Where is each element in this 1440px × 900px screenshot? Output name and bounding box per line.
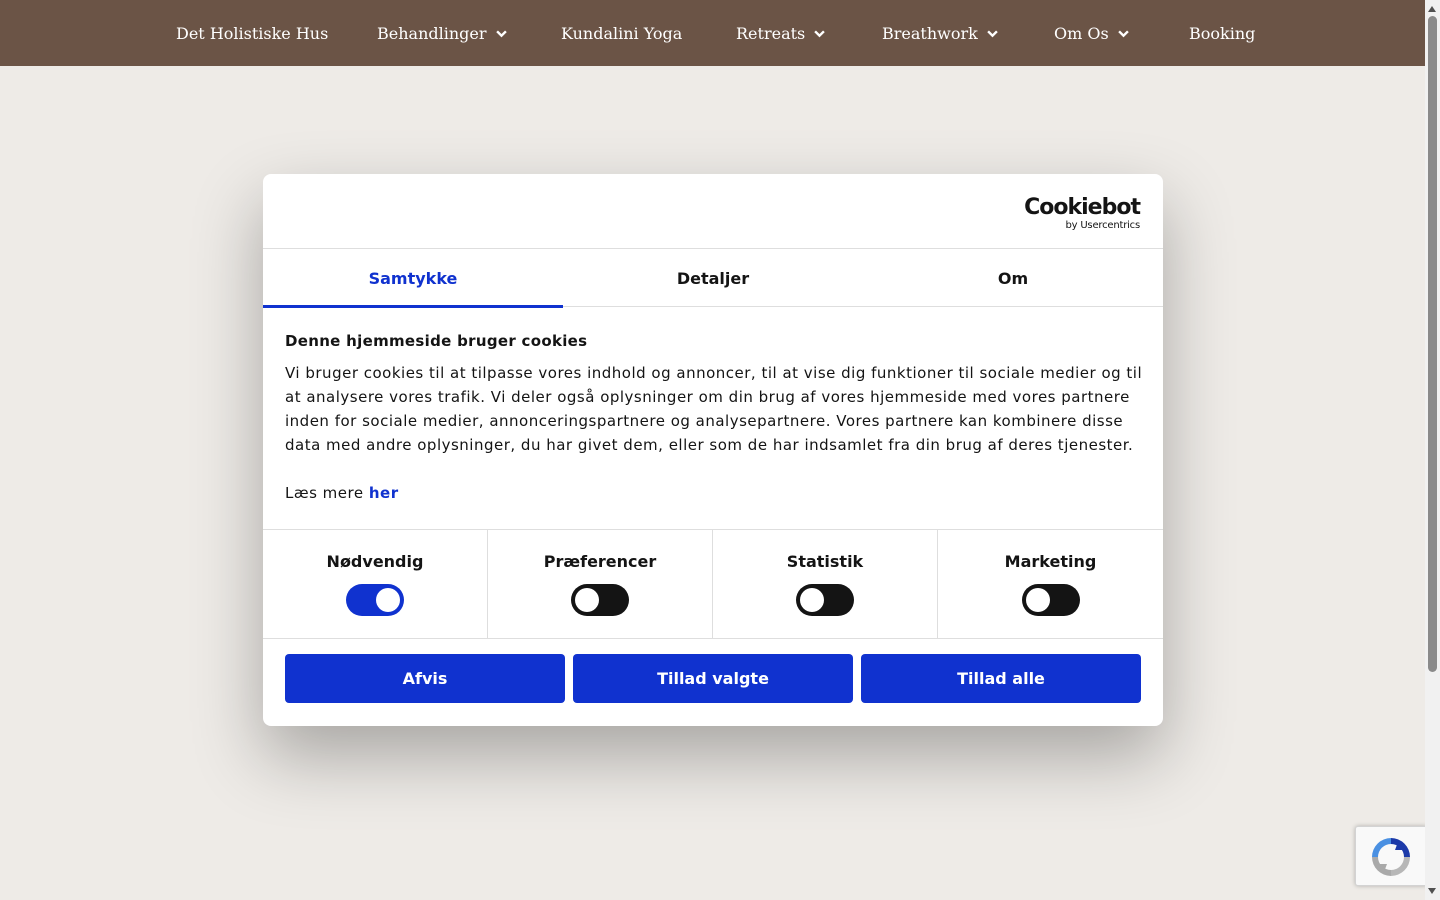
deny-button[interactable]: Afvis bbox=[285, 654, 565, 703]
main-navigation: Det Holistiske Hus Behandlinger Kundalin… bbox=[0, 0, 1425, 66]
category-marketing: Marketing bbox=[938, 530, 1163, 638]
nav-item-label: Det Holistiske Hus bbox=[176, 23, 329, 43]
cookie-consent-dialog: Cookiebot by Usercentrics Samtykke Detal… bbox=[263, 174, 1163, 726]
nav-item-kundalini-yoga[interactable]: Kundalini Yoga bbox=[561, 0, 682, 66]
chevron-down-icon bbox=[495, 29, 507, 37]
scrollbar-thumb[interactable] bbox=[1428, 16, 1437, 672]
read-more: Læs mere her bbox=[285, 481, 399, 505]
toggle-knob bbox=[575, 588, 599, 612]
toggle-marketing[interactable] bbox=[1021, 584, 1080, 616]
chevron-down-icon bbox=[1117, 29, 1129, 37]
toggle-praeferencer[interactable] bbox=[571, 584, 629, 616]
toggle-nodvendig[interactable] bbox=[346, 584, 404, 616]
chevron-down-icon bbox=[814, 29, 826, 37]
toggle-knob bbox=[1025, 588, 1050, 612]
tab-detaljer[interactable]: Detaljer bbox=[563, 249, 863, 307]
toggle-knob bbox=[800, 588, 824, 612]
consent-text: Vi bruger cookies til at tilpasse vores … bbox=[285, 364, 1143, 454]
recaptcha-icon bbox=[1372, 838, 1410, 876]
tab-om[interactable]: Om bbox=[863, 249, 1163, 307]
nav-item-det-holistiske-hus[interactable]: Det Holistiske Hus bbox=[176, 0, 328, 66]
dialog-header: Cookiebot by Usercentrics bbox=[263, 174, 1163, 249]
page-scrollbar[interactable] bbox=[1425, 0, 1440, 900]
allow-selected-button[interactable]: Tillad valgte bbox=[573, 654, 853, 703]
nav-item-label: Behandlinger bbox=[377, 23, 487, 43]
consent-tabs: Samtykke Detaljer Om bbox=[263, 249, 1163, 308]
logo-main-text: Cookiebot bbox=[1024, 195, 1141, 220]
read-more-link[interactable]: her bbox=[369, 484, 399, 502]
nav-item-label: Kundalini Yoga bbox=[561, 23, 683, 43]
logo-sub-text: by Usercentrics bbox=[1065, 220, 1140, 231]
nav-item-label: Om Os bbox=[1054, 23, 1109, 43]
consent-body: Denne hjemmeside bruger cookies Vi bruge… bbox=[263, 307, 1163, 529]
consent-categories: Nødvendig Præferencer Statistik Marketin… bbox=[263, 529, 1163, 639]
cookiebot-logo[interactable]: Cookiebot by Usercentrics bbox=[1024, 195, 1141, 232]
read-more-prefix: Læs mere bbox=[285, 484, 364, 502]
consent-heading: Denne hjemmeside bruger cookies bbox=[285, 332, 588, 350]
category-label: Nødvendig bbox=[326, 552, 424, 571]
nav-item-label: Retreats bbox=[736, 23, 806, 43]
nav-item-label: Breathwork bbox=[882, 23, 978, 43]
scroll-down-icon[interactable] bbox=[1428, 888, 1436, 894]
nav-item-behandlinger[interactable]: Behandlinger bbox=[377, 0, 507, 66]
consent-buttons: Afvis Tillad valgte Tillad alle bbox=[285, 654, 1141, 703]
allow-all-button[interactable]: Tillad alle bbox=[861, 654, 1141, 703]
category-nodvendig: Nødvendig bbox=[263, 530, 488, 638]
category-statistik: Statistik bbox=[713, 530, 938, 638]
nav-item-om-os[interactable]: Om Os bbox=[1054, 0, 1129, 66]
nav-item-breathwork[interactable]: Breathwork bbox=[882, 0, 998, 66]
scroll-up-icon[interactable] bbox=[1428, 6, 1436, 12]
nav-item-retreats[interactable]: Retreats bbox=[736, 0, 826, 66]
toggle-knob bbox=[376, 588, 400, 612]
toggle-statistik[interactable] bbox=[796, 584, 854, 616]
tab-samtykke[interactable]: Samtykke bbox=[263, 249, 563, 308]
recaptcha-badge[interactable] bbox=[1355, 826, 1427, 886]
category-label: Statistik bbox=[786, 552, 864, 571]
category-label: Marketing bbox=[1004, 552, 1097, 571]
category-praeferencer: Præferencer bbox=[488, 530, 713, 638]
nav-item-label: Booking bbox=[1189, 23, 1256, 43]
category-label: Præferencer bbox=[543, 552, 657, 571]
nav-item-booking[interactable]: Booking bbox=[1189, 0, 1255, 66]
chevron-down-icon bbox=[987, 29, 998, 37]
